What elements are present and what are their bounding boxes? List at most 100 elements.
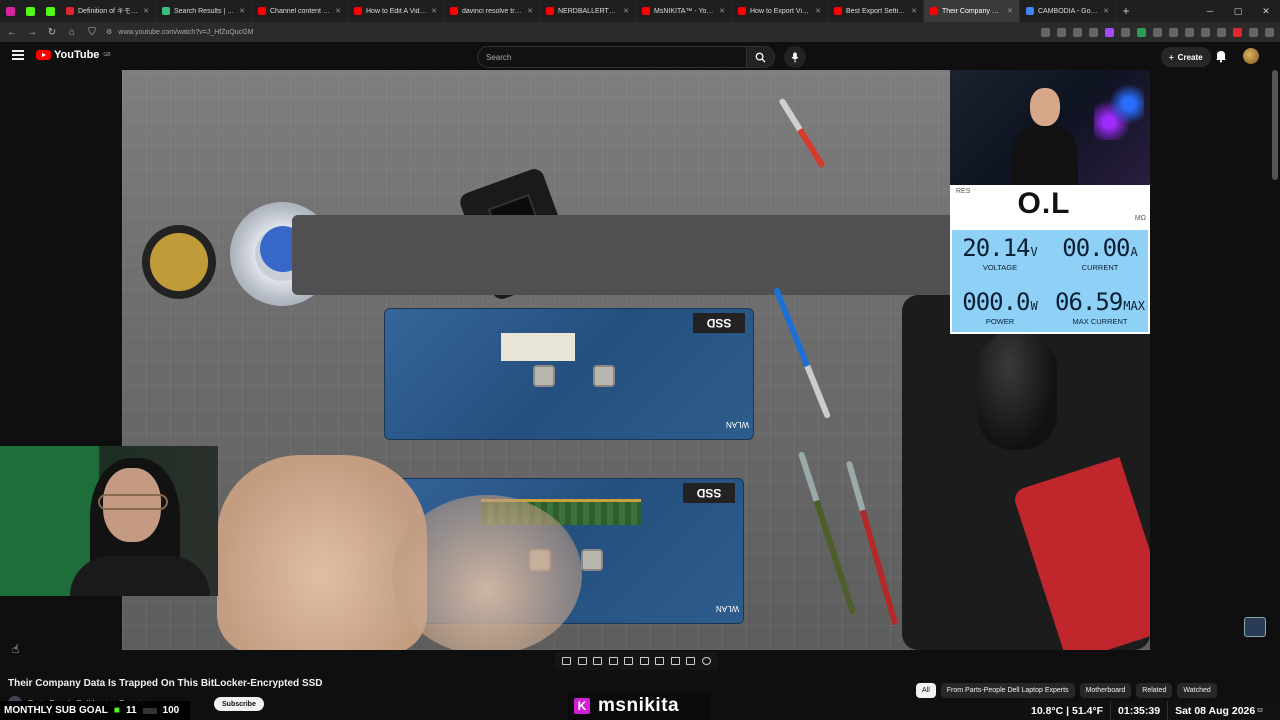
close-tab-icon[interactable]: ✕ bbox=[911, 7, 917, 15]
url-field[interactable]: ⚙ www.youtube.com/watch?v=J_HfZoQucGM bbox=[106, 28, 253, 37]
filter-chip[interactable]: All bbox=[916, 683, 936, 698]
extension-icon[interactable] bbox=[1153, 27, 1162, 37]
pip-icon[interactable] bbox=[639, 657, 649, 665]
browser-tab[interactable]: CAMBODIA - Google Sea ✕ bbox=[1020, 0, 1116, 22]
stream-status-overlay: 10.8°C | 51.4°F 01:35:39 Sat 08 Aug 2026… bbox=[1024, 701, 1280, 720]
wlan-label: WLAN bbox=[725, 420, 749, 429]
notifications-bell-icon[interactable] bbox=[1214, 49, 1228, 63]
account-avatar[interactable] bbox=[1243, 48, 1259, 64]
max-current-value: 06.59 bbox=[1055, 288, 1123, 316]
kick-icon bbox=[25, 6, 35, 16]
extension-icon[interactable] bbox=[1041, 27, 1050, 37]
minimize-button[interactable]: ─ bbox=[1196, 6, 1224, 17]
browser-tab-bar: Definition of キモい - Jap✕Search Results |… bbox=[0, 0, 1280, 22]
screenshot-icon[interactable] bbox=[686, 657, 696, 665]
address-bar-row: ← → ↻ ⌂ ⛉ ⚙ www.youtube.com/watch?v=J_Hf… bbox=[0, 22, 1280, 42]
close-tab-icon[interactable]: ✕ bbox=[239, 7, 245, 15]
extension-icon[interactable] bbox=[1057, 27, 1066, 37]
sub-goal-overlay: MONTHLY SUB GOAL ■ 11 100 bbox=[0, 701, 190, 720]
pinned-tab-instagram[interactable] bbox=[0, 0, 20, 22]
streamer-name-overlay: K msnikita bbox=[568, 692, 710, 720]
bookmark-star-icon[interactable] bbox=[1073, 27, 1082, 37]
current-value-row: 00.00A bbox=[1052, 234, 1148, 262]
browser-tab[interactable]: davinci resolve track, rem ✕ bbox=[444, 0, 540, 22]
floating-widget-icon[interactable] bbox=[1244, 617, 1266, 637]
gear-icon[interactable] bbox=[701, 657, 711, 665]
filter-chip[interactable]: Watched bbox=[1177, 683, 1217, 698]
close-tab-icon[interactable]: ✕ bbox=[815, 7, 821, 15]
browser-tab[interactable]: Best Export Settings in Da✕ bbox=[828, 0, 924, 22]
close-tab-icon[interactable]: ✕ bbox=[431, 7, 437, 15]
close-tab-icon[interactable]: ✕ bbox=[143, 7, 149, 15]
extension-icon[interactable] bbox=[1105, 27, 1114, 37]
close-tab-icon[interactable]: ✕ bbox=[527, 7, 533, 15]
close-tab-icon[interactable]: ✕ bbox=[1103, 7, 1109, 15]
home-icon[interactable]: ⌂ bbox=[66, 27, 78, 38]
close-tab-icon[interactable]: ✕ bbox=[1007, 7, 1013, 15]
download-icon[interactable] bbox=[670, 657, 680, 665]
filter-chip[interactable]: Related bbox=[1136, 683, 1173, 698]
pinned-tab-kick-1[interactable] bbox=[20, 0, 40, 22]
forward-icon[interactable]: → bbox=[26, 27, 38, 38]
hamburger-menu-icon[interactable] bbox=[12, 50, 24, 60]
youtube-logo[interactable]: YouTube GB bbox=[36, 49, 111, 61]
search-input[interactable]: Search bbox=[477, 46, 747, 68]
tab-title: MsNIKITA™ - YouTube bbox=[654, 7, 715, 15]
tab-favicon-icon bbox=[450, 7, 458, 15]
close-tab-icon[interactable]: ✕ bbox=[623, 7, 629, 15]
menu-icon[interactable] bbox=[1265, 27, 1274, 37]
date: Sat 08 Aug 2026 53 bbox=[1168, 701, 1270, 720]
site-info-icon[interactable]: ⚙ bbox=[106, 28, 112, 36]
browser-tab[interactable]: Search Results | Trainline ✕ bbox=[156, 0, 252, 22]
search-button[interactable] bbox=[747, 46, 775, 68]
instagram-icon bbox=[5, 6, 15, 16]
extension-icon[interactable] bbox=[1137, 27, 1146, 37]
browser-tab[interactable]: How to Export Videos wit ✕ bbox=[732, 0, 828, 22]
browser-tab[interactable]: Definition of キモい - Jap ✕ bbox=[60, 0, 156, 22]
theater-icon[interactable] bbox=[624, 657, 634, 665]
extension-icon[interactable] bbox=[1217, 27, 1226, 37]
download-icon[interactable] bbox=[1089, 27, 1098, 37]
voltage-cell: 20.14V VOLTAGE bbox=[952, 234, 1048, 272]
rgb-lights bbox=[1094, 80, 1144, 140]
audio-icon[interactable] bbox=[577, 657, 587, 665]
maximize-button[interactable]: ▢ bbox=[1224, 6, 1252, 17]
extension-icon[interactable] bbox=[1249, 27, 1258, 37]
extension-icon[interactable] bbox=[1201, 27, 1210, 37]
kick-logo-icon: K bbox=[574, 698, 590, 714]
close-window-button[interactable]: ✕ bbox=[1252, 6, 1280, 17]
browser-tab[interactable]: Channel content - YouTube✕ bbox=[252, 0, 348, 22]
close-tab-icon[interactable]: ✕ bbox=[719, 7, 725, 15]
browser-tab[interactable]: How to Edit A Video in D✕ bbox=[348, 0, 444, 22]
voice-search-button[interactable] bbox=[784, 46, 806, 68]
pinned-tab-kick-2[interactable] bbox=[40, 0, 60, 22]
extension-icon[interactable] bbox=[1185, 27, 1194, 37]
subscribe-button[interactable]: Subscribe bbox=[214, 697, 264, 711]
reload-icon[interactable]: ↻ bbox=[46, 27, 58, 38]
extension-icon[interactable] bbox=[1121, 27, 1130, 37]
browser-tab[interactable]: MsNIKITA™ - YouTube ✕ bbox=[636, 0, 732, 22]
browser-tab[interactable]: NERDBALLERTV - YouTube ✕ bbox=[540, 0, 636, 22]
browser-tab[interactable]: Their Company Data Is Tr ✕ bbox=[924, 0, 1020, 22]
filter-chip[interactable]: From Parts-People Dell Laptop Experts bbox=[940, 683, 1075, 698]
shield-icon[interactable]: ⛉ bbox=[86, 27, 98, 38]
speed-icon[interactable] bbox=[655, 657, 665, 665]
filter-icon[interactable] bbox=[593, 657, 603, 665]
streamer-shirt bbox=[70, 556, 210, 596]
close-tab-icon[interactable]: ✕ bbox=[335, 7, 341, 15]
sub-goal-target: 100 bbox=[162, 705, 180, 716]
extension-icon[interactable] bbox=[1169, 27, 1178, 37]
back-icon[interactable]: ← bbox=[6, 27, 18, 38]
max-current-unit: MAX bbox=[1123, 299, 1145, 313]
playlist-icon[interactable] bbox=[608, 657, 618, 665]
dmm-unit: MΩ bbox=[1134, 215, 1146, 222]
voltage-value-row: 20.14V bbox=[952, 234, 1048, 262]
page-scrollbar[interactable] bbox=[1272, 70, 1278, 180]
plus-icon: + bbox=[1169, 52, 1174, 62]
new-tab-button[interactable]: + bbox=[1116, 4, 1136, 18]
extension-icon[interactable] bbox=[1233, 27, 1242, 37]
tab-list: Definition of キモい - Jap✕Search Results |… bbox=[60, 0, 1116, 22]
create-button[interactable]: + Create bbox=[1161, 47, 1211, 67]
loop-icon[interactable] bbox=[562, 657, 572, 665]
filter-chip[interactable]: Motherboard bbox=[1079, 683, 1132, 698]
